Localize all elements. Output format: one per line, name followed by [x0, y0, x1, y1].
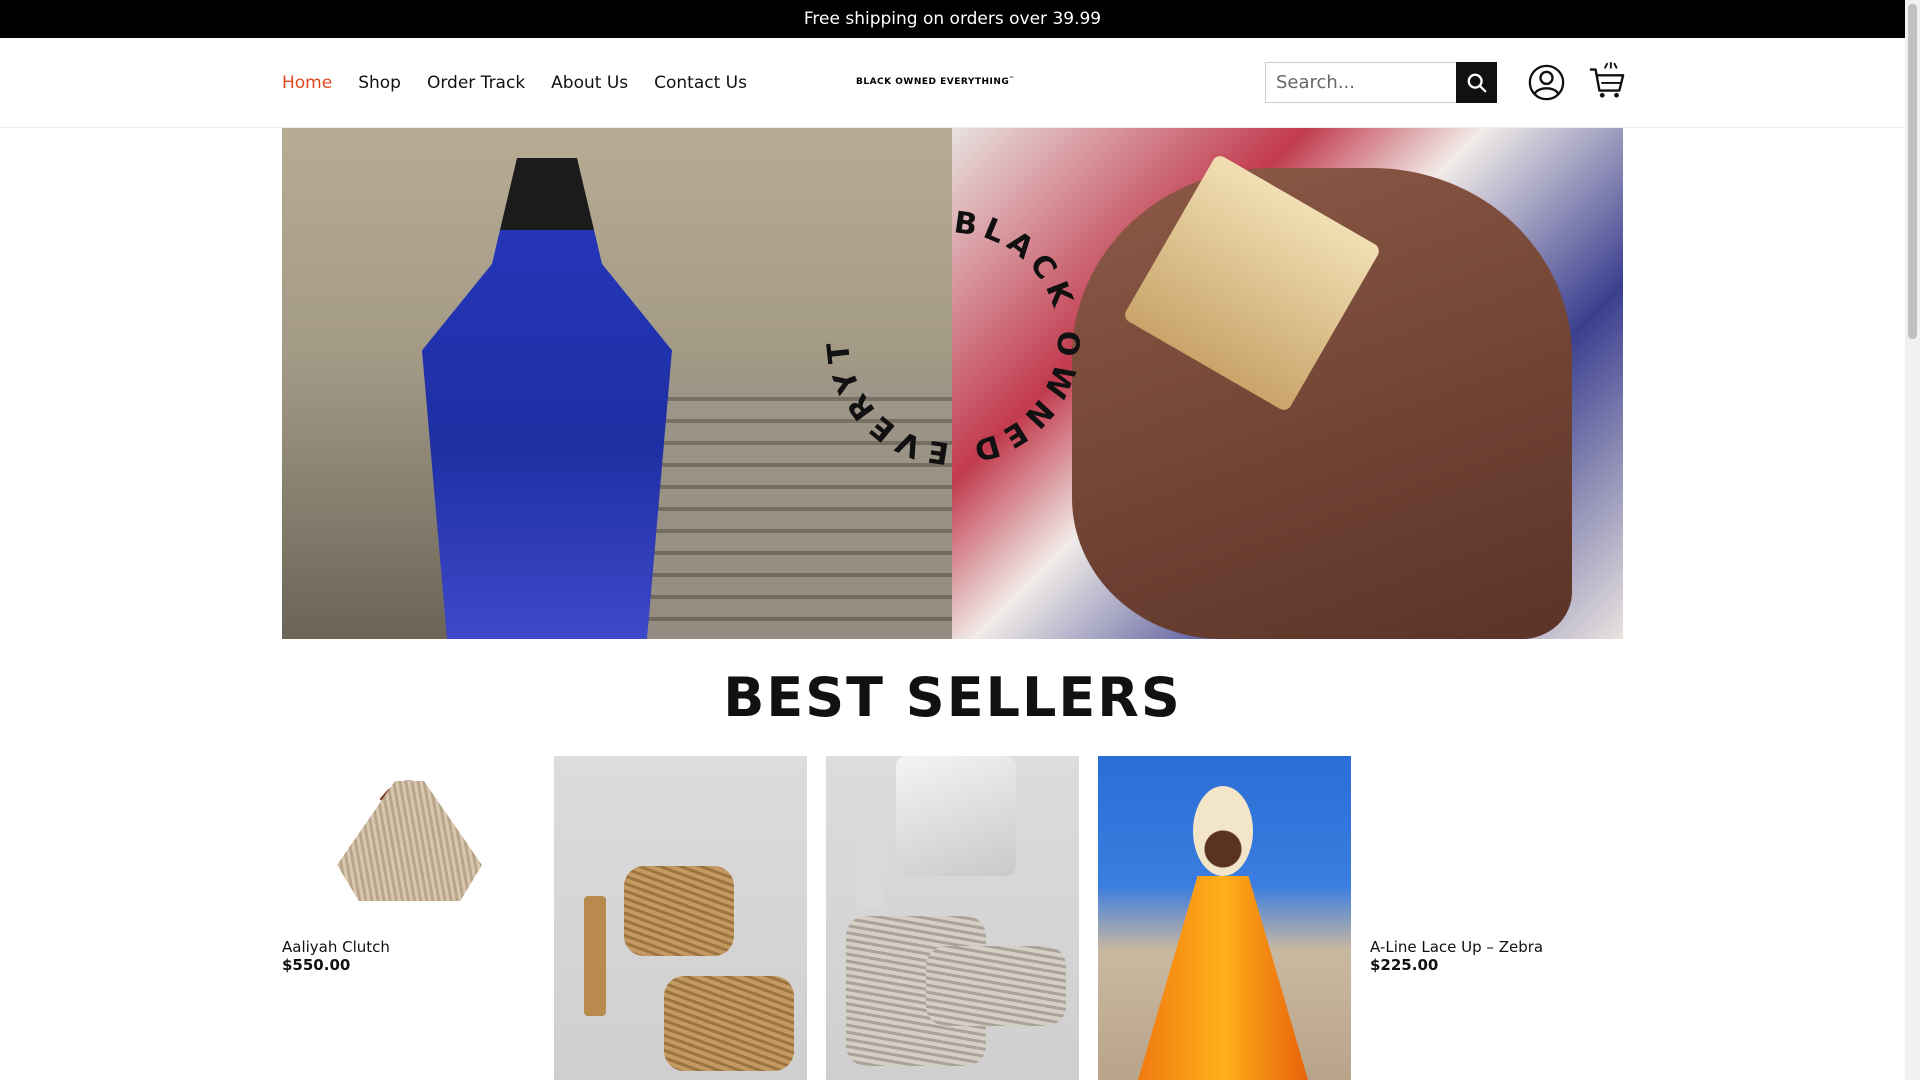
search-icon: [1467, 73, 1486, 92]
model-dress: [1138, 876, 1308, 1080]
product-info: A-Line Lace Up – Zebra $225.00: [1370, 938, 1543, 974]
hero-model-figure: [422, 158, 672, 639]
product-price: $550.00: [282, 956, 351, 974]
best-sellers-heading: BEST SELLERS: [723, 666, 1182, 729]
announcement-text: Free shipping on orders over 39.99: [803, 9, 1102, 29]
site-header: Home Shop Order Track About Us Contact U…: [0, 38, 1905, 128]
page-scrollbar[interactable]: [1905, 0, 1920, 1080]
nav-contact-us[interactable]: Contact Us: [654, 73, 747, 93]
shoe-strap: [926, 946, 1066, 1026]
hero-circle-logo: BLACK OWNED EVERYTHING: [813, 198, 1086, 470]
shoe-heel: [856, 836, 886, 906]
product-card[interactable]: [826, 756, 1079, 1080]
product-image[interactable]: [554, 756, 807, 1080]
svg-text:BLACK OWNED EVERYTHING: BLACK OWNED EVERYTHING: [813, 198, 1086, 470]
search-input[interactable]: [1265, 62, 1456, 103]
product-image[interactable]: [1370, 756, 1623, 936]
search-button[interactable]: [1456, 62, 1497, 103]
shoe-strap: [624, 866, 734, 956]
user-icon[interactable]: [1528, 64, 1565, 101]
product-price: $225.00: [1370, 956, 1439, 974]
shoe-strap: [664, 976, 794, 1071]
nav-home[interactable]: Home: [282, 73, 332, 93]
logo-trademark: ™: [1009, 76, 1015, 82]
main-nav: Home Shop Order Track About Us Contact U…: [282, 38, 747, 128]
nav-order-track[interactable]: Order Track: [427, 73, 525, 93]
product-image[interactable]: [1098, 756, 1351, 1080]
product-info: Aaliyah Clutch $550.00: [282, 938, 390, 974]
product-card[interactable]: A-Line Lace Up – Zebra $225.00: [1370, 756, 1623, 974]
nav-shop[interactable]: Shop: [358, 73, 401, 93]
product-image[interactable]: [282, 756, 535, 936]
site-logo[interactable]: BLACK OWNED EVERYTHING™: [856, 76, 1015, 87]
cart-icon[interactable]: [1588, 62, 1626, 100]
product-card[interactable]: [1098, 756, 1351, 1080]
hero-circle-text: BLACK OWNED EVERYTHING: [813, 198, 1080, 470]
product-name[interactable]: A-Line Lace Up – Zebra: [1370, 938, 1543, 956]
shoe-sole: [896, 756, 1016, 876]
model-headdress: [1193, 786, 1253, 876]
shoe-heel: [584, 896, 606, 1016]
announcement-bar: Free shipping on orders over 39.99: [0, 0, 1905, 38]
nav-about-us[interactable]: About Us: [551, 73, 628, 93]
product-image[interactable]: [826, 756, 1079, 1080]
product-name[interactable]: Aaliyah Clutch: [282, 938, 390, 956]
search-form: [1265, 62, 1497, 103]
scrollbar-thumb[interactable]: [1908, 4, 1917, 339]
product-card[interactable]: [554, 756, 807, 1080]
product-card[interactable]: Aaliyah Clutch $550.00: [282, 756, 535, 974]
logo-text: BLACK OWNED EVERYTHING: [856, 77, 1010, 87]
